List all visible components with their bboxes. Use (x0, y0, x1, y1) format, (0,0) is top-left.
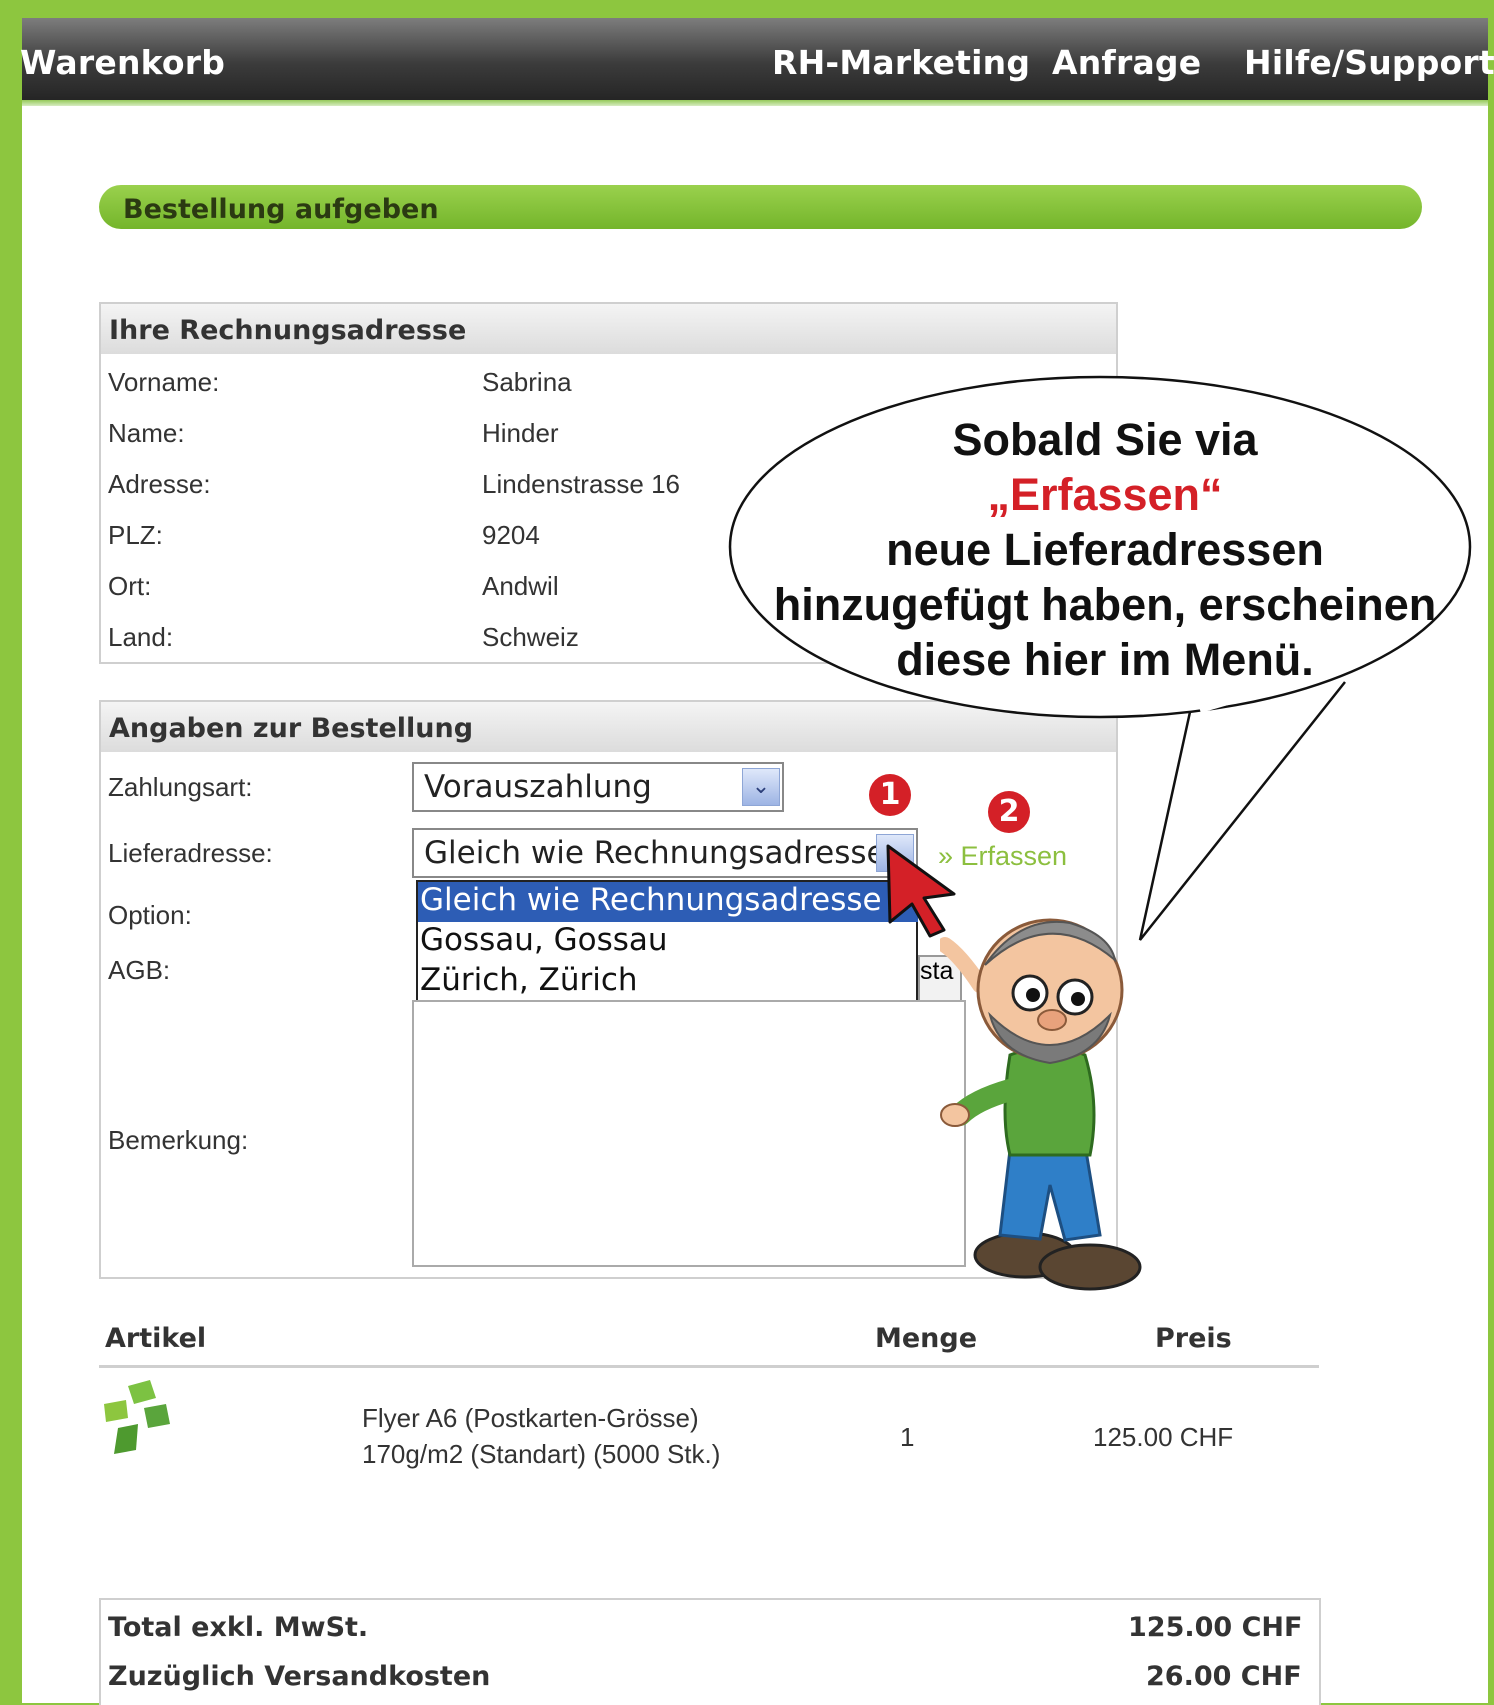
nav-rh-marketing[interactable]: RH-Marketing (772, 43, 1030, 82)
remark-label: Bemerkung: (108, 1125, 249, 1155)
col-header-price: Preis (1155, 1323, 1232, 1354)
nav-help-support[interactable]: Hilfe/Support (1244, 43, 1494, 82)
agb-label: AGB: (108, 955, 171, 985)
item-qty: 1 (900, 1422, 915, 1452)
billing-value-zip: 9204 (482, 520, 540, 550)
callout-text: Sobald Sie via „Erfassen“ neue Lieferadr… (760, 412, 1450, 687)
billing-value-name: Hinder (482, 418, 559, 448)
billing-label-firstname: Vorname: (108, 367, 220, 397)
shipping-cost-label: Zuzüglich Versandkosten (108, 1661, 491, 1692)
item-price: 125.00 CHF (1093, 1422, 1234, 1452)
section-header: Bestellung aufgeben (99, 185, 1422, 229)
mascot-illustration (940, 918, 1142, 1291)
dropdown-option-zurich[interactable]: Zürich, Zürich (418, 962, 918, 1002)
total-excl-vat-value: 125.00 CHF (1128, 1612, 1303, 1643)
total-excl-vat-label: Total exkl. MwSt. (108, 1612, 369, 1643)
billing-value-city: Andwil (482, 571, 559, 601)
remark-textarea[interactable] (412, 1000, 966, 1267)
section-title: Bestellung aufgeben (123, 194, 439, 225)
callout-highlight: „Erfassen“ (987, 469, 1223, 520)
nav-inquiry[interactable]: Anfrage (1052, 43, 1201, 82)
item-name-line-1: Flyer A6 (Postkarten-Grösse) (362, 1403, 699, 1433)
callout-line-3: neue Lieferadressen (886, 524, 1324, 575)
callout-line-4: hinzugefügt haben, erscheinen (773, 579, 1437, 630)
billing-panel-header: Ihre Rechnungsadresse (101, 304, 1116, 354)
payment-label: Zahlungsart: (108, 772, 253, 802)
col-header-qty: Menge (875, 1323, 978, 1354)
col-header-article: Artikel (105, 1323, 207, 1354)
item-name-line-2: 170g/m2 (Standart) (5000 Stk.) (362, 1439, 721, 1469)
nav-underline-stripe (22, 100, 1488, 106)
order-panel-title: Angaben zur Bestellung (109, 713, 474, 744)
table-header-divider (99, 1365, 1319, 1368)
billing-value-country: Schweiz (482, 622, 579, 652)
billing-panel-title: Ihre Rechnungsadresse (109, 315, 467, 346)
product-thumbnail-icon (104, 1380, 170, 1454)
billing-label-city: Ort: (108, 571, 152, 601)
delivery-label: Lieferadresse: (108, 838, 273, 868)
billing-label-address: Adresse: (108, 469, 211, 499)
shipping-cost-value: 26.00 CHF (1146, 1661, 1302, 1692)
speech-bubble-tail (1138, 681, 1346, 941)
nav-cart[interactable]: Warenkorb (20, 43, 225, 82)
callout-line-1: Sobald Sie via (952, 414, 1258, 465)
option-label: Option: (108, 900, 192, 930)
payment-select-value: Vorauszahlung (424, 769, 652, 805)
billing-label-zip: PLZ: (108, 520, 163, 550)
billing-label-country: Land: (108, 622, 174, 652)
billing-label-name: Name: (108, 418, 185, 448)
billing-value-address: Lindenstrasse 16 (482, 469, 681, 499)
billing-value-firstname: Sabrina (482, 367, 572, 397)
callout-line-5: diese hier im Menü. (896, 634, 1314, 685)
